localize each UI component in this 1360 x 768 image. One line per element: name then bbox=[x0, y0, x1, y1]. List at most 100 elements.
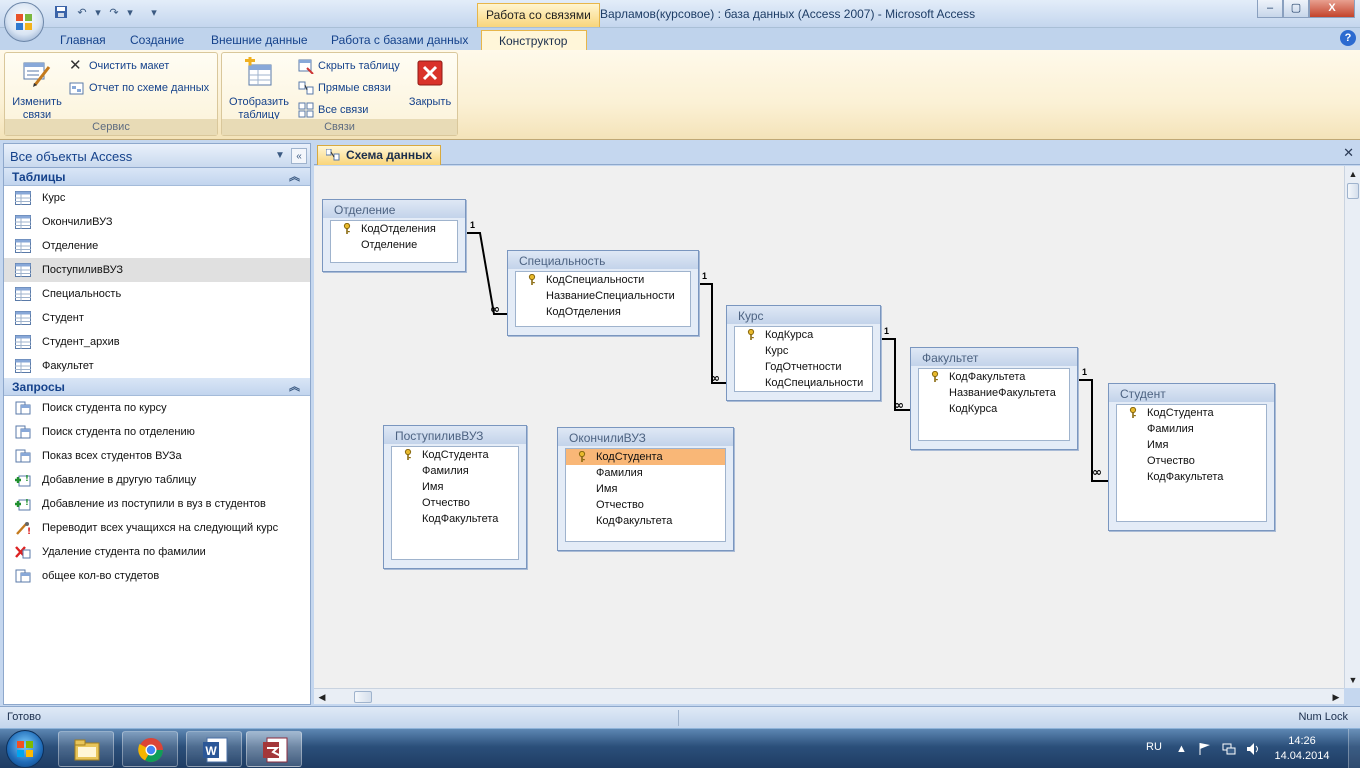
volume-icon[interactable] bbox=[1246, 742, 1260, 756]
table-box-title[interactable]: Отделение bbox=[323, 200, 465, 218]
field-row[interactable]: КодСпециальности bbox=[516, 272, 690, 288]
field-row[interactable]: Имя bbox=[566, 481, 725, 497]
nav-table-item[interactable]: Специальность bbox=[4, 282, 310, 306]
tab-create[interactable]: Создание bbox=[122, 30, 192, 50]
start-button[interactable] bbox=[6, 730, 44, 768]
field-row[interactable]: Отчество bbox=[566, 497, 725, 513]
relationships-canvas[interactable]: 1 ∞ 1 ∞ 1 ∞ 1 ∞ Отделение КодОтделения Отделение… bbox=[314, 166, 1344, 688]
nav-table-item[interactable]: Студент bbox=[4, 306, 310, 330]
table-box-title[interactable]: Специальность bbox=[508, 251, 698, 269]
field-row[interactable]: КодФакультета bbox=[919, 369, 1069, 385]
relation-otdelenie-specialnost[interactable] bbox=[466, 232, 507, 315]
table-box-otdelenie[interactable]: Отделение КодОтделения Отделение bbox=[322, 199, 466, 272]
vertical-scroll-thumb[interactable] bbox=[1347, 183, 1359, 199]
field-row[interactable]: Имя bbox=[392, 479, 518, 495]
all-relations-button[interactable]: Все связи bbox=[298, 101, 368, 119]
maximize-button[interactable]: ▢ bbox=[1283, 0, 1309, 18]
taskbar-chrome[interactable] bbox=[122, 731, 178, 767]
relationship-report-button[interactable]: Отчет по схеме данных bbox=[69, 79, 209, 97]
table-box-title[interactable]: Студент bbox=[1109, 384, 1274, 402]
nav-pane-header[interactable]: Все объекты Access ▼ « bbox=[4, 144, 310, 168]
field-row[interactable]: Фамилия bbox=[1117, 421, 1266, 437]
nav-query-item[interactable]: ! Добавление из поступили в вуз в студент… bbox=[4, 492, 310, 516]
field-row[interactable]: Отчество bbox=[392, 495, 518, 511]
scroll-right-icon[interactable]: ▶ bbox=[1328, 689, 1344, 705]
field-row[interactable]: НазваниеФакультета bbox=[919, 385, 1069, 401]
nav-collapse-icon[interactable]: « bbox=[291, 148, 307, 164]
field-row[interactable]: КодФакультета bbox=[1117, 469, 1266, 485]
close-relations-button[interactable]: Закрыть bbox=[406, 57, 454, 109]
table-box-postupili[interactable]: ПоступиливВУЗ КодСтудента Фамилия Имя Отчес… bbox=[383, 425, 527, 569]
nav-table-item[interactable]: Факультет bbox=[4, 354, 310, 378]
show-desktop-button[interactable] bbox=[1348, 729, 1360, 768]
nav-query-item[interactable]: ! Добавление в другую таблицу bbox=[4, 468, 310, 492]
table-box-title[interactable]: Факультет bbox=[911, 348, 1077, 366]
field-row[interactable]: ГодОтчетности bbox=[735, 359, 872, 375]
table-box-okonchili[interactable]: ОкончилиВУЗ КодСтудента Фамилия Имя Отчеств… bbox=[557, 427, 734, 551]
nav-table-item[interactable]: ОкончилиВУЗ bbox=[4, 210, 310, 234]
undo-dropdown-icon[interactable]: ▾ bbox=[90, 5, 106, 21]
field-row[interactable]: КодКурса bbox=[735, 327, 872, 343]
field-row[interactable]: Отчество bbox=[1117, 453, 1266, 469]
nav-table-item[interactable]: Студент_архив bbox=[4, 330, 310, 354]
nav-query-item[interactable]: Удаление студента по фамилии bbox=[4, 540, 310, 564]
edit-relations-button[interactable]: Изменить связи bbox=[7, 57, 67, 122]
table-box-student[interactable]: Студент КодСтудента Фамилия Имя Отчество Код… bbox=[1108, 383, 1275, 531]
nav-group-queries[interactable]: Запросы ︽ bbox=[4, 378, 310, 396]
nav-table-item[interactable]: Отделение bbox=[4, 234, 310, 258]
nav-query-item[interactable]: Поиск студента по курсу bbox=[4, 396, 310, 420]
nav-query-item[interactable]: Поиск студента по отделению bbox=[4, 420, 310, 444]
field-row[interactable]: КодСтудента bbox=[1117, 405, 1266, 421]
table-box-title[interactable]: ПоступиливВУЗ bbox=[384, 426, 526, 444]
customize-qat-icon[interactable]: ▾ bbox=[146, 5, 162, 21]
tab-design[interactable]: Конструктор bbox=[481, 30, 587, 50]
redo-icon[interactable]: ↷ bbox=[106, 5, 122, 21]
table-box-title[interactable]: ОкончилиВУЗ bbox=[558, 428, 733, 446]
tab-relationships[interactable]: Схема данных bbox=[317, 145, 441, 165]
field-row[interactable]: КодОтделения bbox=[331, 221, 457, 237]
field-row[interactable]: КодОтделения bbox=[516, 304, 690, 320]
relation-specialnost-kurs[interactable] bbox=[699, 283, 726, 384]
help-icon[interactable]: ? bbox=[1340, 30, 1356, 46]
field-row[interactable]: Отделение bbox=[331, 237, 457, 253]
save-icon[interactable] bbox=[53, 5, 69, 21]
language-indicator[interactable]: RU bbox=[1146, 741, 1162, 753]
undo-icon[interactable]: ↶ bbox=[74, 5, 90, 21]
scroll-down-icon[interactable]: ▼ bbox=[1345, 672, 1360, 688]
redo-dropdown-icon[interactable]: ▾ bbox=[122, 5, 138, 21]
table-box-specialnost[interactable]: Специальность КодСпециальности НазваниеСп… bbox=[507, 250, 699, 336]
clear-layout-button[interactable]: ✕ Очистить макет bbox=[69, 57, 169, 75]
field-row[interactable]: КодСтудента bbox=[566, 449, 725, 465]
show-table-button[interactable]: Отобразить таблицу bbox=[226, 55, 292, 122]
close-window-button[interactable]: X bbox=[1309, 0, 1355, 18]
taskbar-access[interactable] bbox=[246, 731, 302, 767]
nav-query-item[interactable]: ! Переводит всех учащихся на следующий ку… bbox=[4, 516, 310, 540]
taskbar-explorer[interactable] bbox=[58, 731, 114, 767]
taskbar-word[interactable]: W bbox=[186, 731, 242, 767]
nav-group-tables[interactable]: Таблицы ︽ bbox=[4, 168, 310, 186]
office-button[interactable] bbox=[4, 2, 44, 42]
nav-dropdown-icon[interactable]: ▼ bbox=[272, 148, 288, 164]
scroll-left-icon[interactable]: ◀ bbox=[314, 689, 330, 705]
field-row[interactable]: КодФакультета bbox=[566, 513, 725, 529]
scroll-up-icon[interactable]: ▲ bbox=[1345, 166, 1360, 182]
collapse-group-icon[interactable]: ︽ bbox=[289, 378, 300, 396]
vertical-scrollbar[interactable]: ▲ ▼ bbox=[1344, 166, 1360, 688]
collapse-group-icon[interactable]: ︽ bbox=[289, 168, 300, 186]
field-row[interactable]: Имя bbox=[1117, 437, 1266, 453]
tray-expand-icon[interactable]: ▲ bbox=[1176, 742, 1190, 756]
nav-table-item[interactable]: Курс bbox=[4, 186, 310, 210]
table-box-fakultet[interactable]: Факультет КодФакультета НазваниеФакультет… bbox=[910, 347, 1078, 450]
field-row[interactable]: КодСтудента bbox=[392, 447, 518, 463]
minimize-button[interactable]: – bbox=[1257, 0, 1283, 18]
network-icon[interactable] bbox=[1222, 742, 1236, 756]
field-row[interactable]: КодФакультета bbox=[392, 511, 518, 527]
field-row[interactable]: КодКурса bbox=[919, 401, 1069, 417]
field-row[interactable]: Фамилия bbox=[566, 465, 725, 481]
close-document-icon[interactable]: ✕ bbox=[1343, 145, 1354, 161]
direct-relations-button[interactable]: Прямые связи bbox=[298, 79, 391, 97]
tab-database-tools[interactable]: Работа с базами данных bbox=[323, 30, 476, 50]
table-box-title[interactable]: Курс bbox=[727, 306, 880, 324]
tab-home[interactable]: Главная bbox=[52, 30, 114, 50]
table-box-kurs[interactable]: Курс КодКурса Курс ГодОтчетности КодСпециал… bbox=[726, 305, 881, 401]
